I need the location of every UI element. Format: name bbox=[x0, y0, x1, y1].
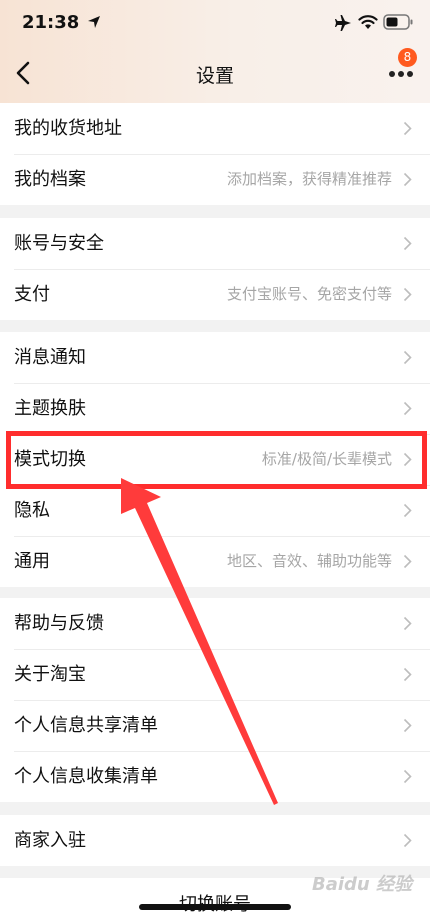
location-arrow-icon bbox=[88, 16, 100, 28]
settings-item-about[interactable]: 关于淘宝 bbox=[0, 649, 430, 700]
home-indicator bbox=[139, 904, 291, 910]
settings-item-label: 个人信息共享清单 bbox=[14, 715, 158, 736]
settings-item-help-feedback[interactable]: 帮助与反馈 bbox=[0, 598, 430, 649]
settings-item-info-sharing-list[interactable]: 个人信息共享清单 bbox=[0, 700, 430, 751]
notification-badge: 8 bbox=[398, 48, 417, 67]
settings-item-hint: 标准/极简/长辈模式 bbox=[261, 450, 392, 468]
chevron-right-icon bbox=[403, 667, 412, 682]
settings-item-label: 主题换肤 bbox=[14, 398, 86, 419]
settings-item-label: 个人信息收集清单 bbox=[14, 766, 158, 787]
watermark: Baidu 经验 bbox=[312, 874, 413, 895]
chevron-right-icon bbox=[403, 121, 412, 136]
settings-item-label: 模式切换 bbox=[14, 449, 86, 470]
settings-item-label: 关于淘宝 bbox=[14, 664, 86, 685]
chevron-right-icon bbox=[403, 554, 412, 569]
chevron-right-icon bbox=[403, 350, 412, 365]
settings-item-label: 我的档案 bbox=[14, 169, 86, 190]
more-button[interactable]: 8 bbox=[388, 48, 418, 88]
chevron-right-icon bbox=[403, 769, 412, 784]
chevron-right-icon bbox=[403, 503, 412, 518]
settings-group-profile: 我的收货地址 我的档案 添加档案，获得精准推荐 bbox=[0, 103, 430, 205]
settings-item-hint: 支付宝账号、免密支付等 bbox=[226, 285, 392, 303]
status-time: 21:38 bbox=[22, 12, 80, 33]
settings-item-mode-switch[interactable]: 模式切换 标准/极简/长辈模式 bbox=[0, 434, 430, 485]
settings-group-general: 消息通知 主题换肤 模式切换 标准/极简/长辈模式 隐私 通用 地区、音效、辅助… bbox=[0, 332, 430, 587]
settings-item-notifications[interactable]: 消息通知 bbox=[0, 332, 430, 383]
settings-item-privacy[interactable]: 隐私 bbox=[0, 485, 430, 536]
settings-item-profile[interactable]: 我的档案 添加档案，获得精准推荐 bbox=[0, 154, 430, 205]
settings-item-label: 支付 bbox=[14, 284, 50, 305]
settings-item-label: 我的收货地址 bbox=[14, 118, 122, 139]
settings-item-label: 商家入驻 bbox=[14, 830, 86, 851]
settings-item-hint: 地区、音效、辅助功能等 bbox=[226, 552, 392, 570]
chevron-right-icon bbox=[403, 452, 412, 467]
settings-item-label: 隐私 bbox=[14, 500, 50, 521]
settings-item-payment[interactable]: 支付 支付宝账号、免密支付等 bbox=[0, 269, 430, 320]
wifi-icon bbox=[358, 15, 378, 29]
settings-item-account-security[interactable]: 账号与安全 bbox=[0, 218, 430, 269]
more-dots-icon bbox=[389, 71, 413, 77]
chevron-right-icon bbox=[403, 401, 412, 416]
settings-item-label: 账号与安全 bbox=[14, 233, 104, 254]
settings-group-merchant: 商家入驻 bbox=[0, 815, 430, 866]
chevron-right-icon bbox=[403, 236, 412, 251]
settings-item-label: 消息通知 bbox=[14, 347, 86, 368]
settings-item-general[interactable]: 通用 地区、音效、辅助功能等 bbox=[0, 536, 430, 587]
settings-item-label: 帮助与反馈 bbox=[14, 613, 104, 634]
settings-item-hint: 添加档案，获得精准推荐 bbox=[226, 170, 392, 188]
settings-group-about: 帮助与反馈 关于淘宝 个人信息共享清单 个人信息收集清单 bbox=[0, 598, 430, 802]
chevron-right-icon bbox=[403, 616, 412, 631]
status-bar: 21:38 bbox=[0, 0, 430, 44]
settings-group-account: 账号与安全 支付 支付宝账号、免密支付等 bbox=[0, 218, 430, 320]
page-title: 设置 bbox=[195, 65, 234, 87]
chevron-right-icon bbox=[403, 172, 412, 187]
chevron-right-icon bbox=[403, 718, 412, 733]
chevron-right-icon bbox=[403, 833, 412, 848]
settings-item-theme[interactable]: 主题换肤 bbox=[0, 383, 430, 434]
settings-item-address[interactable]: 我的收货地址 bbox=[0, 103, 430, 154]
airplane-mode-icon bbox=[335, 15, 351, 31]
navigation-bar: 设置 8 bbox=[0, 44, 430, 103]
settings-item-info-collection-list[interactable]: 个人信息收集清单 bbox=[0, 751, 430, 802]
settings-item-label: 通用 bbox=[14, 551, 50, 572]
battery-icon bbox=[383, 14, 413, 30]
chevron-right-icon bbox=[403, 287, 412, 302]
settings-item-merchant-join[interactable]: 商家入驻 bbox=[0, 815, 430, 866]
